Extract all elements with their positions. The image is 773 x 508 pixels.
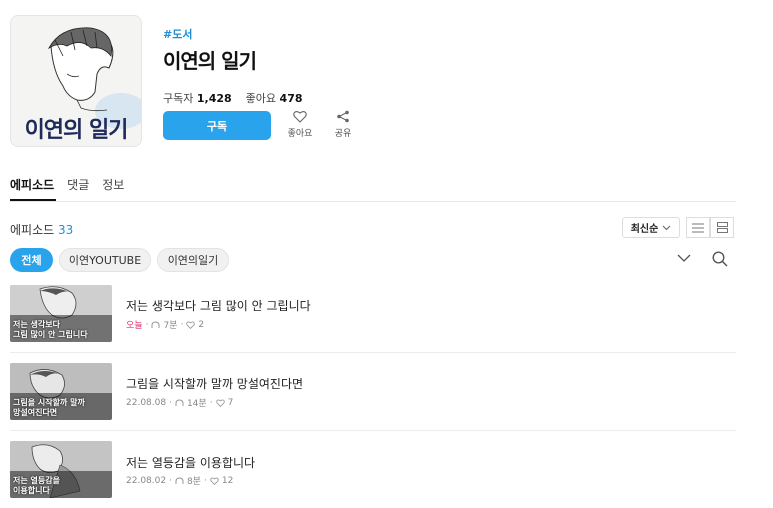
thumbnail-caption: 저는 열등감을 이용합니다 [13,476,60,496]
episode-duration: 7분 [163,321,178,331]
likes-count: 478 [279,92,303,105]
meta-dot: · [203,475,207,486]
episode-count: 에피소드 33 [10,221,73,238]
series-title: 이연의 일기 [163,49,257,73]
share-action[interactable]: 공유 [328,110,358,139]
episode-title[interactable]: 저는 생각보다 그림 많이 안 그립니다 [126,297,311,314]
episode-meta: 22.08.08 · 14분 · 7 [126,396,234,410]
episode-duration: 8분 [186,477,201,487]
episode-thumbnail[interactable]: 그림을 시작할까 말까 망설여진다면 [10,363,112,420]
cover-title: 이연의 일기 [24,118,129,143]
expand-filters-icon[interactable] [677,254,691,263]
episode-meta: 22.08.02 · 8분 · 12 [126,474,234,488]
subscribers-count: 1,428 [196,92,232,105]
series-stats: 구독자 1,428 좋아요 478 [163,90,303,106]
episode-count-label: 에피소드 [10,223,55,237]
episode-date: 오늘 [126,321,143,331]
tab-comments[interactable]: 댓글 [67,176,89,193]
series-cover: 이연의 일기 [10,15,142,147]
active-tab-indicator [10,199,56,201]
share-icon [337,110,349,123]
filter-chip-youtube[interactable]: 이연YOUTUBE [59,248,151,272]
episode-title[interactable]: 그림을 시작할까 말까 망설여진다면 [126,375,303,392]
meta-dot: · [145,319,149,330]
episode-title[interactable]: 저는 열등감을 이용합니다 [126,454,255,471]
meta-dot: · [169,397,172,408]
episode-likes: 7 [227,397,234,408]
likes-label: 좋아요 [245,92,277,105]
headphone-icon [175,476,184,484]
filter-chip-diary[interactable]: 이연의일기 [157,248,229,272]
thumbnail-caption-line: 이용합니다 [13,486,50,495]
episode-likes: 12 [221,475,234,486]
thumbnail-caption-line: 저는 열등감을 [13,476,60,485]
like-action[interactable]: 좋아요 [285,110,315,139]
tab-divider [10,201,736,202]
headphone-icon [151,320,160,328]
genre-tag[interactable]: #도서 [163,26,192,42]
thumbnail-caption-line: 그림 많이 안 그립니다 [13,330,88,339]
row-divider [10,430,736,431]
episode-date: 22.08.08 [126,397,167,408]
card-view-button[interactable] [710,217,734,238]
chevron-down-icon [662,225,671,230]
episode-count-number: 33 [58,223,74,237]
episode-date: 22.08.02 [126,475,167,486]
list-view-button[interactable] [686,217,710,238]
heart-icon [210,477,219,485]
sort-label: 최신순 [630,224,659,235]
episode-duration: 14분 [186,399,207,409]
subscribers-label: 구독자 [163,92,194,105]
card-view-icon [716,222,728,233]
thumbnail-caption: 저는 생각보다 그림 많이 안 그립니다 [13,320,88,340]
subscribe-button[interactable]: 구독 [163,111,271,140]
thumbnail-caption-line: 그림을 시작할까 말까 [13,398,85,407]
content-tabs: 에피소드 댓글 정보 [10,176,124,193]
meta-dot: · [180,319,184,330]
episode-thumbnail[interactable]: 저는 생각보다 그림 많이 안 그립니다 [10,285,112,342]
filter-chip-all[interactable]: 전체 [10,248,53,272]
meta-dot: · [169,475,172,486]
thumbnail-caption: 그림을 시작할까 말까 망설여진다면 [13,398,85,418]
headphone-icon [175,398,184,406]
sort-dropdown[interactable]: 최신순 [622,217,680,238]
tab-info[interactable]: 정보 [102,176,124,193]
tab-episodes[interactable]: 에피소드 [10,176,54,193]
episode-thumbnail[interactable]: 저는 열등감을 이용합니다 [10,441,112,498]
episode-likes: 2 [198,319,205,330]
thumbnail-caption-line: 저는 생각보다 [13,320,60,329]
meta-dot: · [209,397,213,408]
heart-icon [215,399,225,407]
share-action-label: 공유 [334,129,352,139]
row-divider [10,352,736,353]
search-icon[interactable] [712,251,728,267]
thumbnail-caption-line: 망설여진다면 [13,408,58,417]
like-action-label: 좋아요 [287,129,313,139]
heart-icon [293,111,307,123]
heart-icon [186,321,196,329]
episode-meta: 오늘 · 7분 · 2 [126,318,205,332]
list-icon [692,223,704,232]
